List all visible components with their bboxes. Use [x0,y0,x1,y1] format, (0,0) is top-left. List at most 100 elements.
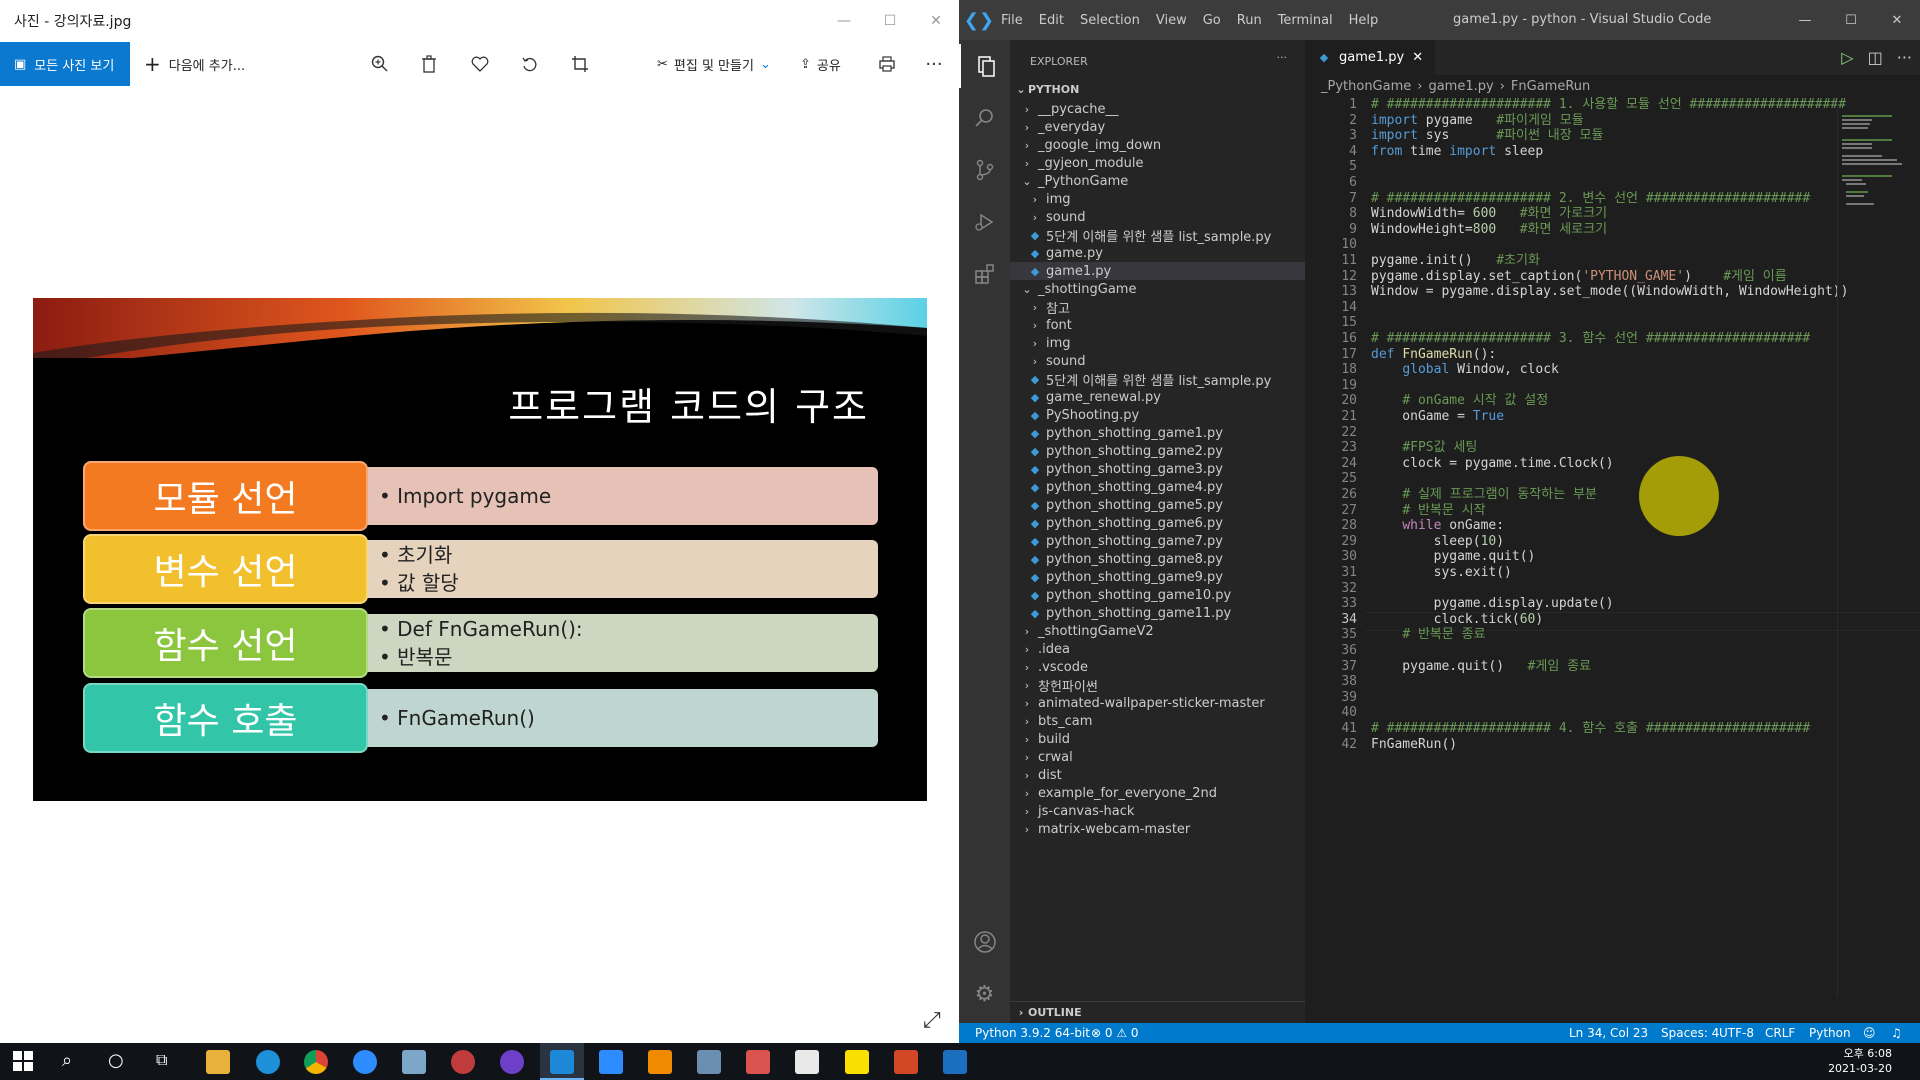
add-to-button[interactable]: + 다음에 추가... [144,52,245,76]
editor-more-icon[interactable]: ··· [1897,48,1912,67]
zoom-icon[interactable] [599,1050,623,1074]
app-icon-2[interactable] [451,1050,475,1074]
tree-folder[interactable]: › bts_cam [1010,712,1305,730]
breadcrumb-item[interactable]: game1.py [1428,79,1493,94]
outline-section[interactable]: › OUTLINE [1010,1001,1305,1023]
tree-folder[interactable]: › _gyjeon_module [1010,154,1305,172]
zoom-in-button[interactable] [366,50,394,78]
photos-minimize-button[interactable]: — [821,0,867,42]
expand-icon[interactable]: ⤢ [923,1008,941,1033]
menu-item[interactable]: Help [1349,13,1379,28]
extensions-icon[interactable] [959,252,1010,296]
tree-file[interactable]: ◆ python_shotting_game4.py [1010,478,1305,496]
menu-item[interactable]: Edit [1039,13,1064,28]
app-icon-3[interactable] [697,1050,721,1074]
system-clock[interactable]: 오후 6:08 2021-03-20 [1828,1046,1892,1076]
tree-file[interactable]: ◆ game1.py [1010,262,1305,280]
tree-file[interactable]: ◆ PyShooting.py [1010,406,1305,424]
menu-item[interactable]: View [1156,13,1187,28]
tree-file[interactable]: ◆ game_renewal.py [1010,388,1305,406]
app-icon-5[interactable] [795,1050,819,1074]
search-icon[interactable] [959,96,1010,140]
photos-close-button[interactable]: ✕ [913,0,959,42]
tree-file[interactable]: ◆ python_shotting_game11.py [1010,604,1305,622]
tree-folder[interactable]: › .idea [1010,640,1305,658]
tree-folder[interactable]: › dist [1010,766,1305,784]
task-view-icon[interactable]: ⧉ [156,1050,180,1074]
indentation-status[interactable]: Spaces: 4 [1661,1026,1719,1040]
cortana-icon[interactable]: ○ [108,1050,132,1074]
tree-file[interactable]: ◆ python_shotting_game10.py [1010,586,1305,604]
favorite-button[interactable] [466,50,494,78]
feedback-icon[interactable]: ☺ [1863,1026,1876,1040]
crop-button[interactable] [566,50,594,78]
tree-folder[interactable]: › img [1010,190,1305,208]
explorer-icon[interactable] [959,44,1010,88]
manage-gear-icon[interactable]: ⚙ [959,972,1010,1016]
python-interpreter-status[interactable]: Python 3.9.2 64-bit [975,1026,1090,1040]
explorer-more-icon[interactable]: ··· [1277,51,1288,64]
tree-folder[interactable]: › js-canvas-hack [1010,802,1305,820]
menu-item[interactable]: Terminal [1278,13,1333,28]
code-editor[interactable]: 1 # ##################### 1. 사용할 모듈 선언 ##… [1305,97,1920,997]
tree-file[interactable]: ◆ python_shotting_game5.py [1010,496,1305,514]
cursor-position-status[interactable]: Ln 34, Col 23 [1569,1026,1648,1040]
menu-item[interactable]: Go [1203,13,1221,28]
tree-file[interactable]: ◆ python_shotting_game8.py [1010,550,1305,568]
vscode-taskbar-icon[interactable] [550,1050,574,1074]
tree-file[interactable]: ◆ python_shotting_game1.py [1010,424,1305,442]
tree-file[interactable]: ◆ python_shotting_game7.py [1010,532,1305,550]
tree-folder[interactable]: › animated-wallpaper-sticker-master [1010,694,1305,712]
powerpoint-icon[interactable] [894,1050,918,1074]
tree-folder[interactable]: › matrix-webcam-master [1010,820,1305,838]
menu-item[interactable]: Run [1237,13,1262,28]
workspace-root[interactable]: ⌄ PYTHON [1010,78,1305,100]
vscode-minimize-button[interactable]: — [1782,0,1828,40]
menu-item[interactable]: File [1001,13,1023,28]
minimap[interactable] [1837,97,1920,997]
edit-create-button[interactable]: ✂ 편집 및 만들기 ⌄ [657,42,771,86]
delete-button[interactable] [415,50,443,78]
app-icon-4[interactable] [746,1050,770,1074]
kakaotalk-icon[interactable] [845,1050,869,1074]
run-debug-icon[interactable] [959,200,1010,244]
taskbar-search-icon[interactable]: ⌕ [62,1050,86,1074]
print-button[interactable] [873,50,901,78]
app-icon-1[interactable] [402,1050,426,1074]
tree-folder[interactable]: › .vscode [1010,658,1305,676]
tree-folder[interactable]: › crwal [1010,748,1305,766]
tab-game1-py[interactable]: ◆ game1.py ✕ [1305,40,1436,75]
github-desktop-icon[interactable] [500,1050,524,1074]
encoding-status[interactable]: UTF-8 [1719,1026,1754,1040]
start-windows-icon[interactable] [12,1050,36,1074]
split-editor-icon[interactable]: ◫ [1868,48,1883,67]
eol-status[interactable]: CRLF [1765,1026,1795,1040]
tree-folder[interactable]: › build [1010,730,1305,748]
tree-folder[interactable]: ⌄ _shottingGame [1010,280,1305,298]
chrome-icon[interactable] [304,1050,328,1074]
tree-folder[interactable]: › 참고 [1010,298,1305,317]
tree-file[interactable]: ◆ python_shotting_game9.py [1010,568,1305,586]
run-python-file-icon[interactable]: ▷ [1841,48,1853,67]
more-options-button[interactable]: ··· [920,50,948,78]
tree-folder[interactable]: › 창헌파이썬 [1010,676,1305,695]
tree-folder[interactable]: › _google_img_down [1010,136,1305,154]
photos-taskbar-icon[interactable] [943,1050,967,1074]
tree-file[interactable]: ◆ python_shotting_game3.py [1010,460,1305,478]
tree-folder[interactable]: › _everyday [1010,118,1305,136]
teamviewer-icon[interactable] [353,1050,377,1074]
edge-browser-icon[interactable] [256,1050,280,1074]
language-mode-status[interactable]: Python [1809,1026,1851,1040]
vlc-icon[interactable] [648,1050,672,1074]
tree-folder[interactable]: ⌄ _PythonGame [1010,172,1305,190]
breadcrumb-item[interactable]: FnGameRun [1511,79,1590,94]
tree-file[interactable]: ◆ game.py [1010,244,1305,262]
tree-file[interactable]: ◆ python_shotting_game2.py [1010,442,1305,460]
tree-folder[interactable]: › font [1010,316,1305,334]
tree-folder[interactable]: › _shottingGameV2 [1010,622,1305,640]
vscode-close-button[interactable]: ✕ [1874,0,1920,40]
vscode-maximize-button[interactable]: ☐ [1828,0,1874,40]
tree-folder[interactable]: › example_for_everyone_2nd [1010,784,1305,802]
breadcrumb-item[interactable]: _PythonGame [1321,79,1411,94]
account-icon[interactable] [959,920,1010,964]
